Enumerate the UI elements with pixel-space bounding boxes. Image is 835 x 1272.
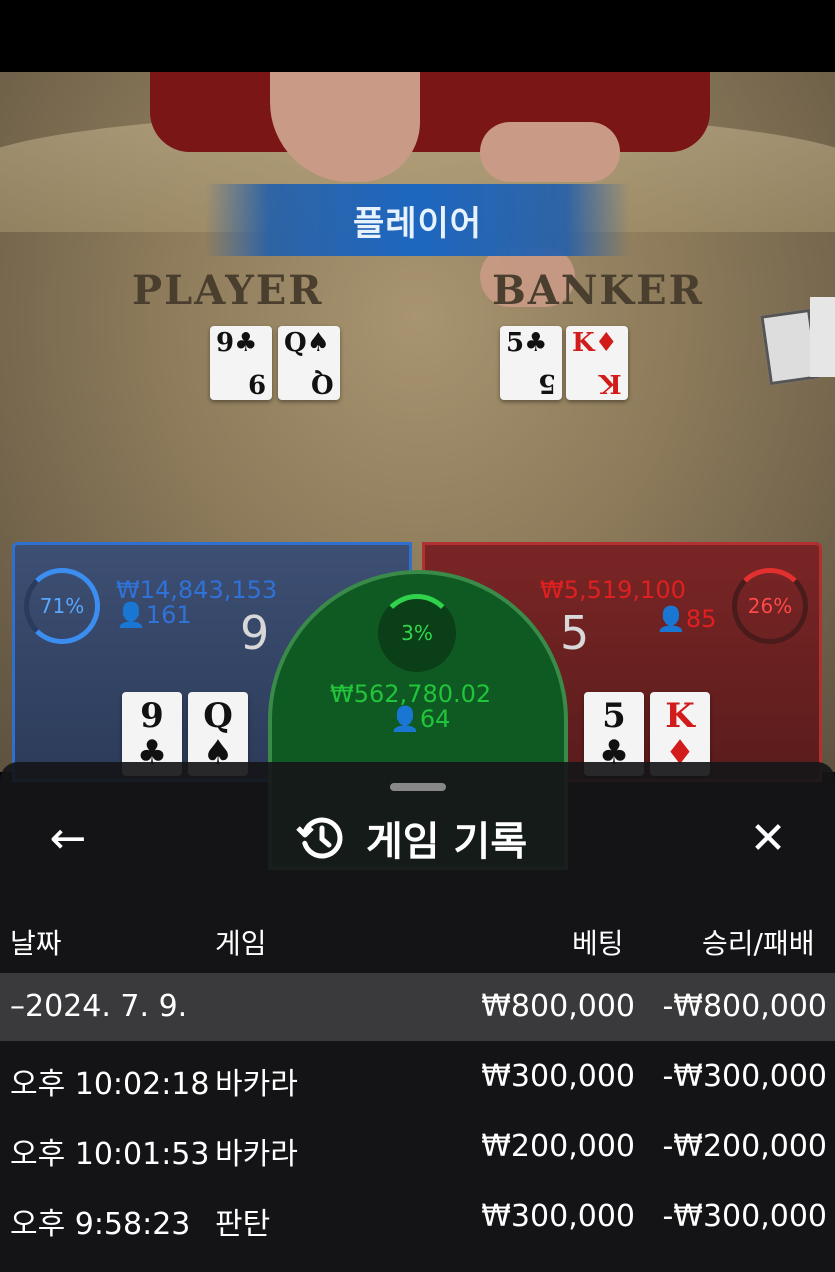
status-bar [0, 0, 835, 72]
arrow-left-icon: ← [49, 812, 87, 864]
banker-percent-ring: 26% [732, 568, 808, 644]
banker-bet-amount: ₩5,519,100 [540, 576, 686, 604]
history-game: 판탄 [215, 1207, 271, 1242]
history-game: 바카라 [215, 1067, 298, 1102]
banker-percent: 26% [747, 594, 793, 618]
column-header-game: 게임 [215, 927, 267, 960]
table-card: 5♣ 5 [500, 326, 562, 400]
column-header-result: 승리/패배 [702, 927, 815, 960]
history-result: -₩200,000 [662, 1129, 827, 1164]
tie-bet-amount: ₩562,780.02 [330, 680, 492, 708]
user-icon: 👤 [656, 605, 686, 633]
player-score: 9 [240, 606, 270, 660]
history-row[interactable]: 오후 9:58:23 판탄 ₩300,000 -₩300,000 [0, 1183, 835, 1251]
history-row[interactable]: 오후 10:02:18 바카라 ₩300,000 -₩300,000 [0, 1043, 835, 1111]
history-result: -₩300,000 [662, 1059, 827, 1094]
dealer-arm [480, 122, 620, 182]
player-percent: 71% [39, 594, 85, 618]
date-group-row[interactable]: –2024. 7. 9. ₩800,000 -₩800,000 [0, 973, 835, 1041]
tie-bettor-count: 👤64 [390, 705, 451, 733]
sheet-header: 게임 기록 [296, 812, 528, 865]
history-time: 오후 9:58:23 [10, 1207, 191, 1242]
table-card: Q♠ Q [278, 326, 340, 400]
column-header-bet: 베팅 [572, 927, 624, 960]
banker-score: 5 [560, 606, 590, 660]
result-banner-text: 플레이어 [352, 203, 483, 244]
history-time: 오후 10:02:18 [10, 1067, 210, 1102]
user-icon: 👤 [390, 705, 420, 733]
sheet-drag-handle[interactable] [390, 783, 446, 791]
player-bet-amount: ₩14,843,153 [116, 576, 278, 604]
user-icon: 👤 [116, 601, 146, 629]
table-card: 9♣ 9 [210, 326, 272, 400]
card-shoe [810, 297, 835, 377]
dealer [150, 72, 710, 152]
history-bet: ₩200,000 [481, 1129, 635, 1164]
date-group-bet: ₩800,000 [481, 989, 635, 1024]
history-time: 오후 10:01:53 [10, 1137, 210, 1172]
back-button[interactable]: ← [40, 810, 96, 866]
history-bet: ₩300,000 [481, 1059, 635, 1094]
tie-percent: 3% [401, 621, 433, 645]
close-icon: ✕ [749, 812, 787, 864]
banker-bettor-count: 👤85 [656, 605, 717, 633]
player-bettor-count: 👤161 [116, 601, 192, 629]
player-percent-ring: 71% [24, 568, 100, 644]
result-banner: 플레이어 [205, 184, 630, 256]
close-button[interactable]: ✕ [740, 810, 796, 866]
history-result: -₩300,000 [662, 1199, 827, 1234]
history-game: 바카라 [215, 1137, 298, 1172]
history-bet: ₩300,000 [481, 1199, 635, 1234]
table-card: K♦ K [566, 326, 628, 400]
history-row[interactable]: 오후 10:01:53 바카라 ₩200,000 -₩200,000 [0, 1113, 835, 1181]
column-header-date: 날짜 [10, 927, 62, 960]
date-group-result: -₩800,000 [662, 989, 827, 1024]
felt-label-banker: BANKER [492, 267, 704, 314]
date-group-label: –2024. 7. 9. [10, 989, 188, 1024]
history-icon [296, 817, 343, 859]
tie-percent-ring: 3% [378, 594, 456, 672]
sheet-title: 게임 기록 [366, 819, 528, 865]
felt-label-player: PLAYER [132, 267, 324, 314]
